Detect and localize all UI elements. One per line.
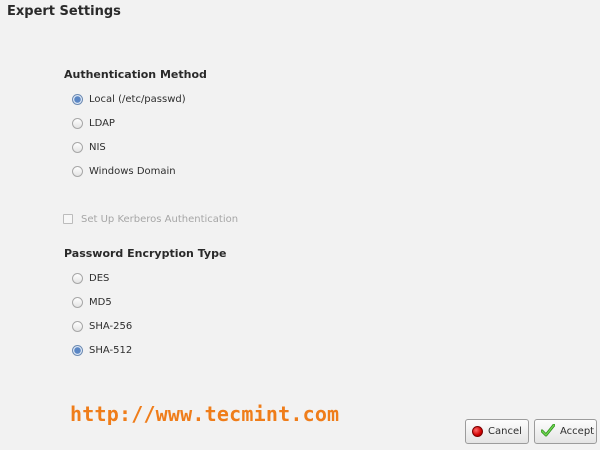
encryption-option-des-label: DES: [89, 272, 110, 284]
encryption-option-sha-256-label: SHA-256: [89, 320, 133, 332]
encryption-option-md5[interactable]: MD5: [72, 295, 112, 309]
encryption-option-sha-512[interactable]: SHA-512: [72, 343, 132, 357]
auth-option-ldap[interactable]: LDAP: [72, 116, 115, 130]
radio-nis[interactable]: [72, 141, 83, 153]
window-title: Expert Settings: [7, 4, 121, 19]
auth-option-ldap-label: LDAP: [89, 117, 115, 129]
kerberos-checkbox-row: Set Up Kerberos Authentication: [63, 212, 238, 226]
radio-local[interactable]: [72, 93, 83, 105]
watermark-url: http://www.tecmint.com: [70, 402, 340, 426]
radio-windows-domain[interactable]: [72, 165, 83, 177]
encryption-option-sha-512-label: SHA-512: [89, 344, 133, 356]
auth-option-windows-domain-label: Windows Domain: [89, 165, 176, 177]
radio-md5[interactable]: [72, 296, 83, 308]
encryption-option-sha-256[interactable]: SHA-256: [72, 319, 132, 333]
radio-ldap[interactable]: [72, 117, 83, 129]
checkmark-icon: [540, 423, 556, 440]
encryption-option-md5-label: MD5: [89, 296, 112, 308]
cancel-icon: [472, 426, 483, 437]
cancel-button-label: Cancel: [488, 426, 522, 437]
kerberos-label: Set Up Kerberos Authentication: [81, 213, 239, 225]
accept-button[interactable]: Accept: [534, 419, 597, 444]
auth-option-local[interactable]: Local (/etc/passwd): [72, 92, 186, 106]
kerberos-checkbox: [63, 214, 73, 224]
auth-option-nis-label: NIS: [89, 141, 106, 153]
accept-button-label: Accept: [560, 426, 595, 437]
radio-des[interactable]: [72, 272, 83, 284]
cancel-button[interactable]: Cancel: [465, 419, 529, 444]
radio-sha-512[interactable]: [72, 344, 83, 356]
auth-option-windows-domain[interactable]: Windows Domain: [72, 164, 176, 178]
radio-sha-256[interactable]: [72, 320, 83, 332]
encryption-option-des[interactable]: DES: [72, 271, 109, 285]
authentication-method-heading: Authentication Method: [64, 68, 207, 81]
password-encryption-heading: Password Encryption Type: [64, 247, 227, 260]
auth-option-local-label: Local (/etc/passwd): [89, 93, 186, 105]
auth-option-nis[interactable]: NIS: [72, 140, 106, 154]
